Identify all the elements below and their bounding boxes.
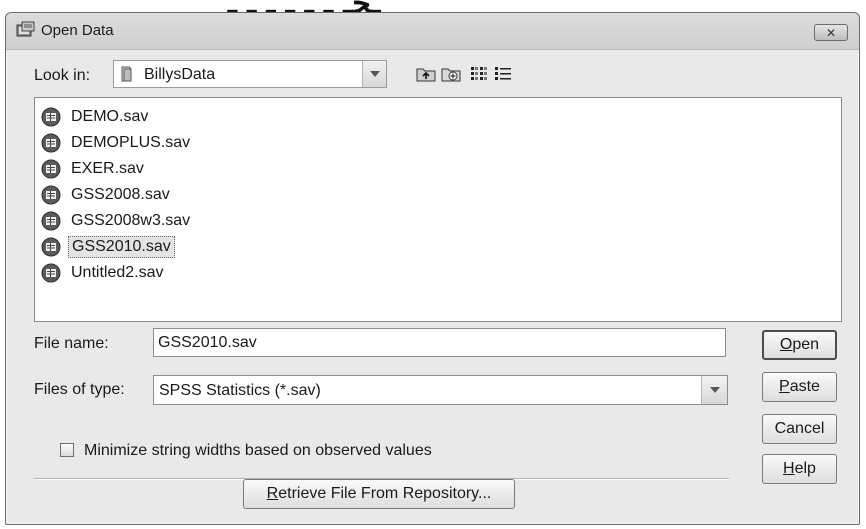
retrieve-mnemonic: R	[266, 485, 279, 502]
details-view-button[interactable]	[492, 64, 514, 84]
paste-button[interactable]: Paste	[762, 372, 837, 402]
file-item[interactable]: Untitled2.sav	[41, 261, 167, 285]
title-bar: Open Data ✕	[6, 13, 859, 50]
open-mnemonic: O	[779, 336, 793, 353]
file-name: GSS2010.sav	[68, 236, 175, 258]
file-item[interactable]: GSS2008w3.sav	[41, 209, 193, 233]
minimize-string-widths-checkbox[interactable]	[60, 443, 74, 457]
look-in-dropdown[interactable]: BillysData	[113, 60, 387, 88]
file-name: DEMO.sav	[71, 108, 149, 125]
list-view-icon	[471, 67, 487, 80]
cancel-button[interactable]: Cancel	[762, 414, 837, 444]
file-name: DEMOPLUS.sav	[71, 134, 191, 151]
open-label: pen	[792, 336, 820, 353]
folder-icon	[121, 66, 132, 82]
files-of-type-value: SPSS Statistics (*.sav)	[159, 382, 321, 399]
file-list[interactable]: DEMO.sav DEMOPLUS.sav EXER.sav GSS2008.sav G…	[34, 97, 842, 322]
file-name: Untitled2.sav	[71, 264, 164, 281]
file-item[interactable]: DEMO.sav	[41, 105, 151, 129]
file-name-input[interactable]	[153, 328, 726, 357]
close-button[interactable]: ✕	[814, 24, 848, 41]
sav-file-icon	[41, 159, 61, 179]
sav-file-icon	[41, 107, 61, 127]
file-item[interactable]: EXER.sav	[41, 157, 147, 181]
file-item[interactable]: DEMOPLUS.sav	[41, 131, 193, 155]
open-data-dialog: Open Data ✕ Look in: BillysData DEMO.sav…	[5, 12, 860, 525]
up-folder-button[interactable]	[415, 64, 437, 84]
file-name: GSS2008.sav	[71, 186, 170, 203]
help-label: elp	[794, 460, 816, 477]
sav-file-icon	[41, 237, 61, 257]
sav-file-icon	[41, 211, 61, 231]
help-mnemonic: H	[783, 460, 795, 477]
details-view-icon	[495, 67, 511, 80]
list-view-button[interactable]	[468, 64, 490, 84]
new-folder-icon	[441, 68, 461, 82]
paste-mnemonic: P	[779, 378, 790, 395]
sav-file-icon	[41, 133, 61, 153]
file-item[interactable]: GSS2010.sav	[41, 235, 175, 259]
look-in-label: Look in:	[34, 67, 91, 84]
chevron-down-icon[interactable]	[362, 61, 386, 87]
chevron-down-icon[interactable]	[701, 376, 727, 404]
cancel-label: Cancel	[774, 420, 825, 437]
window-title: Open Data	[41, 22, 114, 39]
up-folder-icon	[416, 68, 436, 82]
file-name: EXER.sav	[71, 160, 144, 177]
file-name: GSS2008w3.sav	[71, 212, 191, 229]
paste-label: aste	[789, 378, 820, 395]
help-button[interactable]: Help	[762, 454, 837, 484]
sav-file-icon	[41, 185, 61, 205]
new-folder-button[interactable]	[440, 64, 462, 84]
retrieve-from-repository-button[interactable]: Retrieve File From Repository...	[243, 479, 515, 509]
file-item[interactable]: GSS2008.sav	[41, 183, 173, 207]
open-data-icon	[16, 21, 35, 37]
retrieve-label: etrieve File From Repository...	[278, 485, 492, 502]
sav-file-icon	[41, 263, 61, 283]
files-of-type-label: Files of type:	[34, 381, 125, 398]
files-of-type-dropdown[interactable]: SPSS Statistics (*.sav)	[153, 375, 728, 405]
close-icon: ✕	[825, 25, 837, 40]
file-name-label: File name:	[34, 335, 109, 352]
minimize-string-widths-label: Minimize string widths based on observed…	[84, 442, 432, 459]
open-button[interactable]: Open	[762, 330, 837, 360]
look-in-value: BillysData	[144, 66, 216, 83]
